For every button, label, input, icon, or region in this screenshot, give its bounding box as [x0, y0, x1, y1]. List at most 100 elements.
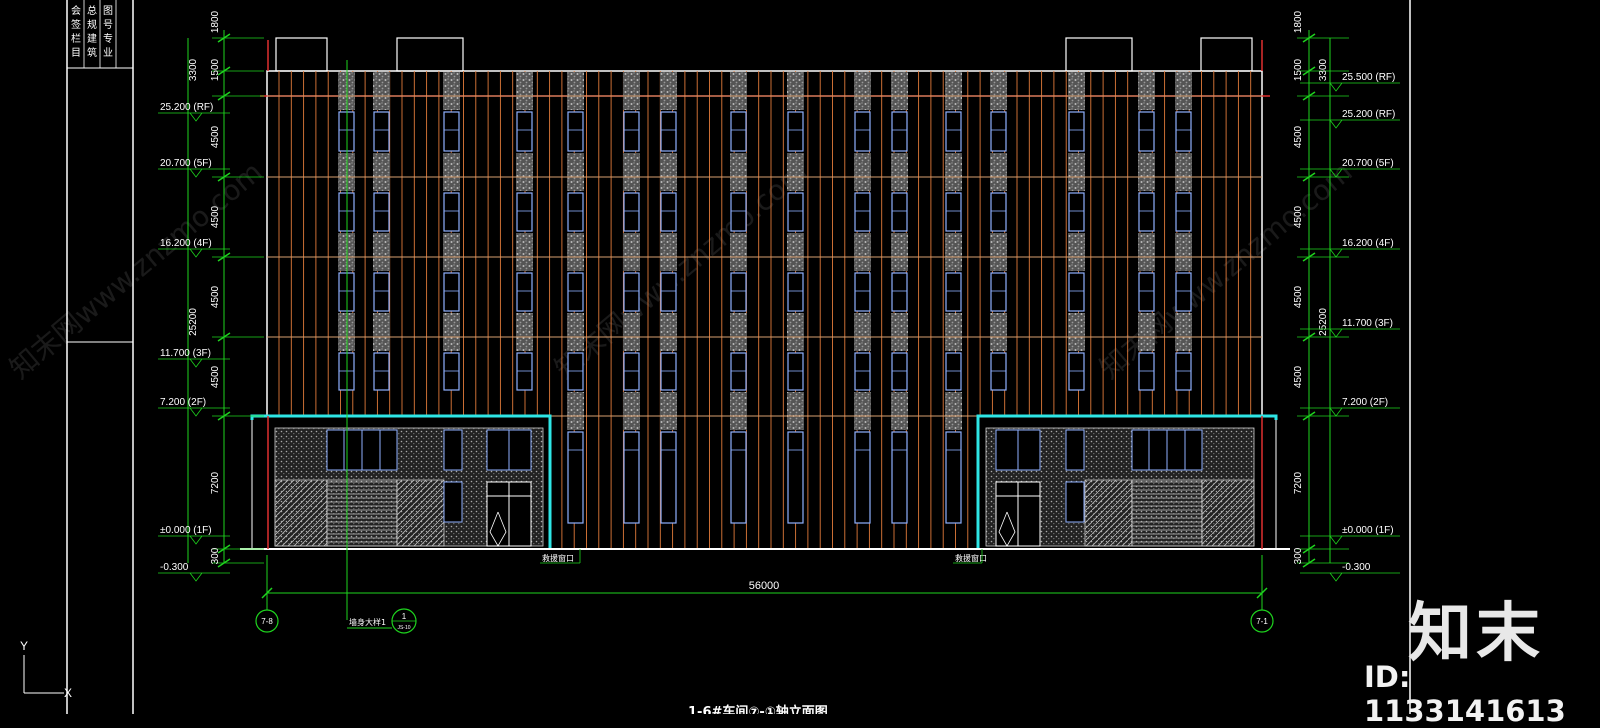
dim-label: 1500 [1293, 58, 1304, 81]
dim-label: 4500 [210, 205, 221, 228]
dim-label: 4500 [1293, 205, 1304, 228]
facade-window [891, 111, 908, 152]
facade-window [854, 352, 871, 391]
facade-window [623, 352, 640, 391]
facade-window [516, 272, 533, 312]
title-block-char: 筑 [87, 46, 97, 59]
dim-label: 4500 [210, 285, 221, 308]
detail-callout-label: 墙身大样1 [349, 617, 386, 627]
facade-window [945, 192, 962, 232]
watermark-text: 知末网www.znzmo.com [3, 155, 268, 385]
level-triangle [1329, 82, 1343, 92]
facade-window [443, 192, 460, 232]
facade-window [730, 111, 747, 152]
facade-window [990, 272, 1007, 312]
dim-label: 3300 [188, 58, 199, 81]
dim-label: 4500 [1293, 285, 1304, 308]
level-label-right: 11.700 (3F) [1342, 318, 1393, 329]
stone-panel [373, 72, 390, 110]
dim-label: 7200 [210, 471, 221, 494]
ucs-icon: Y X [20, 639, 72, 700]
facade-window [660, 111, 677, 152]
stone-panel [567, 72, 584, 110]
stone-panel [1175, 72, 1192, 110]
stone-panel [567, 392, 584, 430]
stone-panel [373, 153, 390, 191]
ucs-x-label: X [64, 686, 72, 700]
level-triangle [189, 572, 203, 582]
facade-window [1175, 192, 1192, 232]
facade-window [516, 352, 533, 391]
facade-window [854, 192, 871, 232]
elevation-drawing: 会签栏目 总规建筑 图号专业 知末网www.znzmo.com 知末网www.znz… [3, 0, 1411, 714]
level-label-left: ±0.000 (1F) [160, 525, 212, 536]
stone-panel [990, 313, 1007, 351]
facade-window [623, 111, 640, 152]
stone-panel [1175, 153, 1192, 191]
stone-panel [623, 233, 640, 271]
stone-panel [854, 313, 871, 351]
facade-window [373, 192, 390, 232]
facade-window [623, 431, 640, 524]
level-triangle [189, 248, 203, 258]
stone-panel [945, 153, 962, 191]
facade-window [891, 192, 908, 232]
facade-window [1138, 352, 1155, 391]
facade-window [945, 111, 962, 152]
stone-panel [730, 233, 747, 271]
level-triangle [1329, 248, 1343, 258]
stone-panel [891, 153, 908, 191]
image-id-label: ID: 1133141613 [1364, 660, 1566, 728]
stone-panel [516, 233, 533, 271]
stone-panel [567, 313, 584, 351]
title-block-char: 签 [71, 18, 81, 31]
dim-label: 1800 [210, 10, 221, 33]
facade-window [730, 192, 747, 232]
facade-window [443, 352, 460, 391]
title-block-char: 会 [71, 4, 81, 17]
facade-window [787, 111, 804, 152]
level-label-left: 25.200 (RF) [160, 102, 213, 113]
stone-panel [730, 153, 747, 191]
dim-label: 4500 [1293, 125, 1304, 148]
stone-panel [854, 392, 871, 430]
stone-panel [990, 72, 1007, 110]
facade-window [730, 431, 747, 524]
facade-window [990, 352, 1007, 391]
dim-label: 4500 [1293, 365, 1304, 388]
stone-panel [660, 392, 677, 430]
stone-panel [373, 233, 390, 271]
stone-panel [1138, 153, 1155, 191]
facade-window [373, 352, 390, 391]
facade-window [730, 352, 747, 391]
stone-panel [945, 313, 962, 351]
level-triangle [189, 168, 203, 178]
title-block-char: 号 [103, 19, 113, 31]
dim-label: 1800 [1293, 10, 1304, 33]
stone-panel [891, 392, 908, 430]
axis-right-label: 7-1 [1256, 617, 1268, 626]
stone-panel [567, 233, 584, 271]
level-label-left: -0.300 [160, 562, 189, 573]
total-height-label: 25200 [188, 308, 199, 336]
facade-window [787, 272, 804, 312]
window-note-left: 救援窗口 [542, 553, 574, 563]
drawing-caption: 1-6#车间⑦-①轴立面图 [688, 704, 828, 714]
dim-label: 4500 [210, 365, 221, 388]
dim-label: 300 [1293, 547, 1304, 564]
stone-panel [516, 72, 533, 110]
dim-label: 7200 [1293, 471, 1304, 494]
stone-panel [891, 313, 908, 351]
stone-panel [787, 72, 804, 110]
facade-window [567, 431, 584, 524]
title-block-char: 业 [103, 47, 113, 59]
stone-panel [730, 72, 747, 110]
stone-panel [660, 233, 677, 271]
level-triangle [1329, 572, 1343, 582]
facade-window [567, 111, 584, 152]
facade-window [516, 111, 533, 152]
stone-panel [945, 233, 962, 271]
facade-window [660, 192, 677, 232]
level-triangle [1329, 328, 1343, 338]
stone-panel [567, 153, 584, 191]
